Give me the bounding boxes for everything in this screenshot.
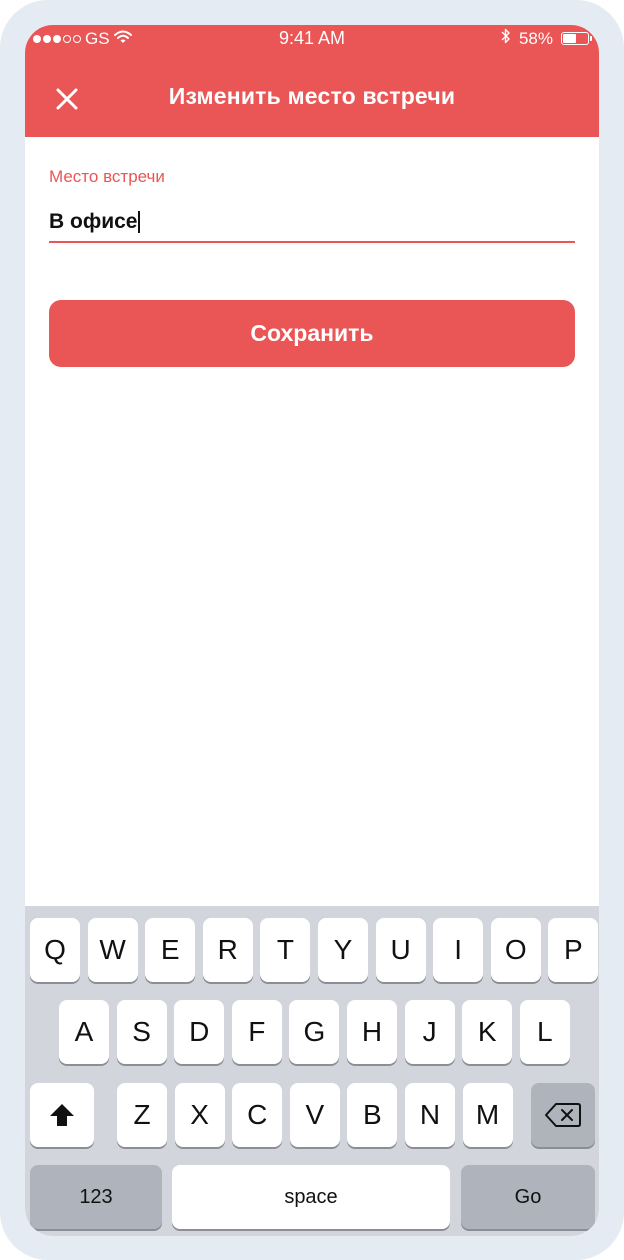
backspace-key[interactable] — [531, 1083, 595, 1147]
space-key[interactable]: space — [172, 1165, 450, 1229]
key-e[interactable]: E — [145, 918, 196, 982]
key-t[interactable]: T — [260, 918, 311, 982]
backspace-icon — [545, 1103, 581, 1127]
key-a[interactable]: A — [59, 1000, 109, 1064]
keyboard: Q W E R T Y U I O P A S D F G H J K L Z X C V B N M 123 space Go — [25, 906, 599, 1236]
shift-arrow-icon — [50, 1104, 74, 1126]
key-i[interactable]: I — [433, 918, 484, 982]
key-r[interactable]: R — [202, 918, 253, 982]
key-u[interactable]: U — [375, 918, 426, 982]
battery-icon — [561, 32, 592, 45]
key-s[interactable]: S — [116, 1000, 167, 1064]
key-n[interactable]: N — [405, 1083, 455, 1147]
numbers-key[interactable]: 123 — [30, 1165, 162, 1229]
key-m[interactable]: M — [462, 1083, 513, 1147]
status-right: 58% — [501, 28, 592, 49]
save-button[interactable]: Сохранить — [49, 300, 575, 367]
bluetooth-icon — [501, 28, 511, 49]
key-p[interactable]: P — [548, 918, 599, 982]
meeting-place-input[interactable]: В офисе — [49, 203, 575, 243]
go-key[interactable]: Go — [461, 1165, 595, 1229]
phone-screen: GS 9:41 AM 58% Изменить место встречи Ме… — [25, 25, 599, 1236]
key-l[interactable]: L — [519, 1000, 570, 1064]
battery-fill — [563, 34, 576, 43]
battery-percent: 58% — [518, 28, 553, 48]
header: GS 9:41 AM 58% Изменить место встречи — [25, 25, 599, 137]
key-x[interactable]: X — [174, 1083, 225, 1147]
status-bar: GS 9:41 AM 58% — [25, 25, 599, 55]
key-k[interactable]: K — [462, 1000, 513, 1064]
key-z[interactable]: Z — [117, 1083, 167, 1147]
page-title: Изменить место встречи — [168, 83, 456, 109]
key-f[interactable]: F — [231, 1000, 282, 1064]
meeting-place-label: Место встречи — [49, 167, 165, 186]
key-o[interactable]: O — [490, 918, 541, 982]
key-h[interactable]: H — [347, 1000, 397, 1064]
key-q[interactable]: Q — [30, 918, 80, 982]
key-d[interactable]: D — [174, 1000, 225, 1064]
device-frame: GS 9:41 AM 58% Изменить место встречи Ме… — [0, 0, 624, 1260]
key-w[interactable]: W — [87, 918, 138, 982]
battery-tip — [590, 36, 592, 41]
meeting-place-value: В офисе — [49, 210, 138, 233]
key-v[interactable]: V — [289, 1083, 340, 1147]
key-g[interactable]: G — [289, 1000, 340, 1064]
shift-key[interactable] — [30, 1083, 94, 1147]
key-j[interactable]: J — [404, 1000, 455, 1064]
key-b[interactable]: B — [347, 1083, 398, 1147]
key-y[interactable]: Y — [318, 918, 368, 982]
key-c[interactable]: C — [232, 1083, 283, 1147]
text-caret — [138, 211, 141, 233]
